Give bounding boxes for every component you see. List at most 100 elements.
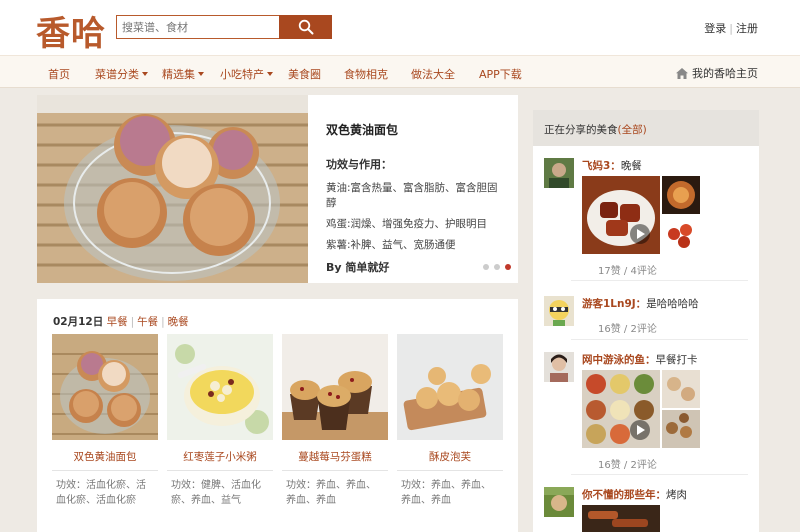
view-all-link[interactable]: (全部) bbox=[618, 124, 647, 136]
nav-item-methods[interactable]: 做法大全 bbox=[411, 66, 455, 82]
meal-benefits: 功效：活血化瘀、活血化瘀、活血化瘀 bbox=[56, 480, 146, 506]
featured-recipe-author[interactable]: By 简单就好 bbox=[326, 259, 506, 275]
nav-label: 美食圈 bbox=[288, 68, 321, 81]
carousel-dot-active[interactable] bbox=[505, 264, 511, 270]
meal-name[interactable]: 酥皮泡芙 bbox=[397, 449, 503, 471]
share-photo[interactable] bbox=[662, 176, 700, 254]
benefit-line: 鸡蛋:润燥、增强免疫力、护眼明目 bbox=[326, 218, 488, 230]
share-message: 烤肉 bbox=[666, 489, 687, 501]
nav-item-app-download[interactable]: APP下载 bbox=[479, 66, 522, 82]
nav-label: APP下载 bbox=[479, 68, 522, 81]
search-button[interactable] bbox=[279, 15, 332, 39]
featured-recipe-title[interactable]: 双色黄油面包 bbox=[326, 121, 506, 138]
user-avatar[interactable] bbox=[544, 158, 574, 188]
register-link[interactable]: 注册 bbox=[736, 22, 758, 35]
login-link[interactable]: 登录 bbox=[704, 22, 726, 35]
featured-recipe-info: 双色黄油面包 功效与作用： 黄油:富含热量、富含脂肪、富含胆固醇 鸡蛋:润燥、增… bbox=[326, 121, 506, 275]
daily-meals-card: 02月12日 早餐 | 午餐 | 晚餐 双色黄油面包 功效：活血化瘀、活血化瘀、活血化瘀 bbox=[37, 299, 518, 532]
benefits-heading: 功效与作用： bbox=[326, 158, 392, 171]
nav-item-food-circle[interactable]: 美食圈 bbox=[288, 66, 321, 82]
share-photos bbox=[582, 505, 660, 532]
auth-links: 登录 | 注册 bbox=[704, 20, 758, 36]
meal-photo[interactable] bbox=[282, 334, 388, 440]
share-caption: 你不懂的那些年：烤肉 bbox=[582, 487, 687, 502]
share-stats: 17赞 / 4评论 bbox=[598, 266, 657, 277]
meal-photo[interactable] bbox=[52, 334, 158, 440]
divider bbox=[571, 339, 748, 340]
nav-label: 菜谱分类 bbox=[95, 68, 139, 81]
like-count[interactable]: 17赞 bbox=[598, 266, 621, 277]
share-caption: 飞妈3：晚餐 bbox=[582, 158, 642, 173]
tab-lunch[interactable]: 午餐 bbox=[137, 316, 158, 328]
search-input[interactable] bbox=[117, 16, 281, 38]
share-item: 你不懂的那些年：烤肉 bbox=[544, 487, 749, 532]
meal-photo[interactable] bbox=[167, 334, 273, 440]
nav-label: 食物相克 bbox=[344, 68, 388, 81]
share-item: 飞妈3：晚餐 17赞 / 4评论 bbox=[544, 158, 749, 278]
comment-count[interactable]: 4评论 bbox=[630, 266, 656, 277]
like-count[interactable]: 16赞 bbox=[598, 324, 621, 335]
nav-item-recipe-categories[interactable]: 菜谱分类 bbox=[95, 66, 148, 82]
share-username[interactable]: 飞妈3： bbox=[582, 160, 621, 172]
meal-benefits: 功效：养血、养血、养血、养血 bbox=[286, 480, 376, 506]
share-photo[interactable] bbox=[582, 505, 660, 532]
meal-item[interactable]: 蔓越莓马芬蛋糕 功效：养血、养血、养血、养血 bbox=[282, 334, 388, 508]
nav-item-snacks[interactable]: 小吃特产 bbox=[220, 66, 273, 82]
share-item: 网中游泳的鱼：早餐打卡 16赞 / 2评论 bbox=[544, 352, 749, 472]
like-count[interactable]: 16赞 bbox=[598, 460, 621, 471]
meals-date: 02月12日 bbox=[53, 316, 104, 328]
share-photo[interactable] bbox=[582, 370, 660, 448]
share-username[interactable]: 网中游泳的鱼： bbox=[582, 354, 656, 366]
meal-item[interactable]: 双色黄油面包 功效：活血化瘀、活血化瘀、活血化瘀 bbox=[52, 334, 158, 508]
comment-count[interactable]: 2评论 bbox=[630, 460, 656, 471]
nav-item-food-conflicts[interactable]: 食物相克 bbox=[344, 66, 388, 82]
meal-item[interactable]: 酥皮泡芙 功效：养血、养血、养血、养血 bbox=[397, 334, 503, 508]
tab-dinner[interactable]: 晚餐 bbox=[168, 316, 189, 328]
share-caption: 游客1Ln9J：是哈哈哈哈 bbox=[582, 296, 699, 311]
benefit-line: 紫薯:补脾、益气、宽肠通便 bbox=[326, 239, 456, 251]
meal-name[interactable]: 红枣莲子小米粥 bbox=[167, 449, 273, 471]
carousel-pager bbox=[483, 264, 511, 270]
sharing-sidebar: 正在分享的美食(全部) 飞妈3：晚餐 17赞 / 4评论 游客1Ln9J：是哈哈… bbox=[533, 110, 759, 532]
nav-label: 精选集 bbox=[162, 68, 195, 81]
meal-name[interactable]: 蔓越莓马芬蛋糕 bbox=[282, 449, 388, 471]
share-username[interactable]: 游客1Ln9J： bbox=[582, 298, 646, 310]
comment-count[interactable]: 2评论 bbox=[630, 324, 656, 335]
meal-photo[interactable] bbox=[397, 334, 503, 440]
share-item: 游客1Ln9J：是哈哈哈哈 16赞 / 2评论 bbox=[544, 296, 749, 336]
caret-down-icon bbox=[142, 72, 148, 76]
nav-item-home[interactable]: 首页 bbox=[48, 66, 70, 82]
meals-header: 02月12日 早餐 | 午餐 | 晚餐 bbox=[53, 314, 189, 329]
tab-breakfast[interactable]: 早餐 bbox=[107, 316, 128, 328]
user-avatar[interactable] bbox=[544, 352, 574, 382]
share-photo[interactable] bbox=[662, 370, 700, 448]
divider bbox=[571, 280, 748, 281]
user-avatar[interactable] bbox=[544, 487, 574, 517]
nav-item-collections[interactable]: 精选集 bbox=[162, 66, 204, 82]
search-box bbox=[116, 15, 332, 39]
site-logo[interactable]: 香哈 bbox=[36, 6, 106, 55]
meal-benefits: 功效：养血、养血、养血、养血 bbox=[401, 480, 491, 506]
featured-recipe-photo[interactable] bbox=[37, 95, 308, 283]
meal-item[interactable]: 红枣莲子小米粥 功效：健脾、活血化瘀、养血、益气 bbox=[167, 334, 273, 508]
share-photos bbox=[582, 176, 700, 254]
caret-down-icon bbox=[267, 72, 273, 76]
main-nav: 首页 菜谱分类 精选集 小吃特产 美食圈 食物相克 做法大全 APP下载 我的香… bbox=[0, 55, 800, 88]
nav-label: 首页 bbox=[48, 68, 70, 81]
share-username[interactable]: 你不懂的那些年： bbox=[582, 489, 666, 501]
divider: | bbox=[729, 22, 733, 35]
home-icon bbox=[676, 67, 688, 79]
divider: | bbox=[130, 316, 135, 328]
carousel-dot[interactable] bbox=[494, 264, 500, 270]
search-icon bbox=[298, 19, 313, 35]
carousel-dot[interactable] bbox=[483, 264, 489, 270]
share-photo[interactable] bbox=[582, 176, 660, 254]
nav-label: 做法大全 bbox=[411, 68, 455, 81]
meal-name[interactable]: 双色黄油面包 bbox=[52, 449, 158, 471]
share-caption: 网中游泳的鱼：早餐打卡 bbox=[582, 352, 698, 367]
user-avatar[interactable] bbox=[544, 296, 574, 326]
sidebar-header: 正在分享的美食(全部) bbox=[533, 110, 759, 146]
divider bbox=[571, 474, 748, 475]
my-home-link[interactable]: 我的香哈主页 bbox=[676, 65, 758, 81]
benefit-line: 黄油:富含热量、富含脂肪、富含胆固醇 bbox=[326, 182, 498, 209]
